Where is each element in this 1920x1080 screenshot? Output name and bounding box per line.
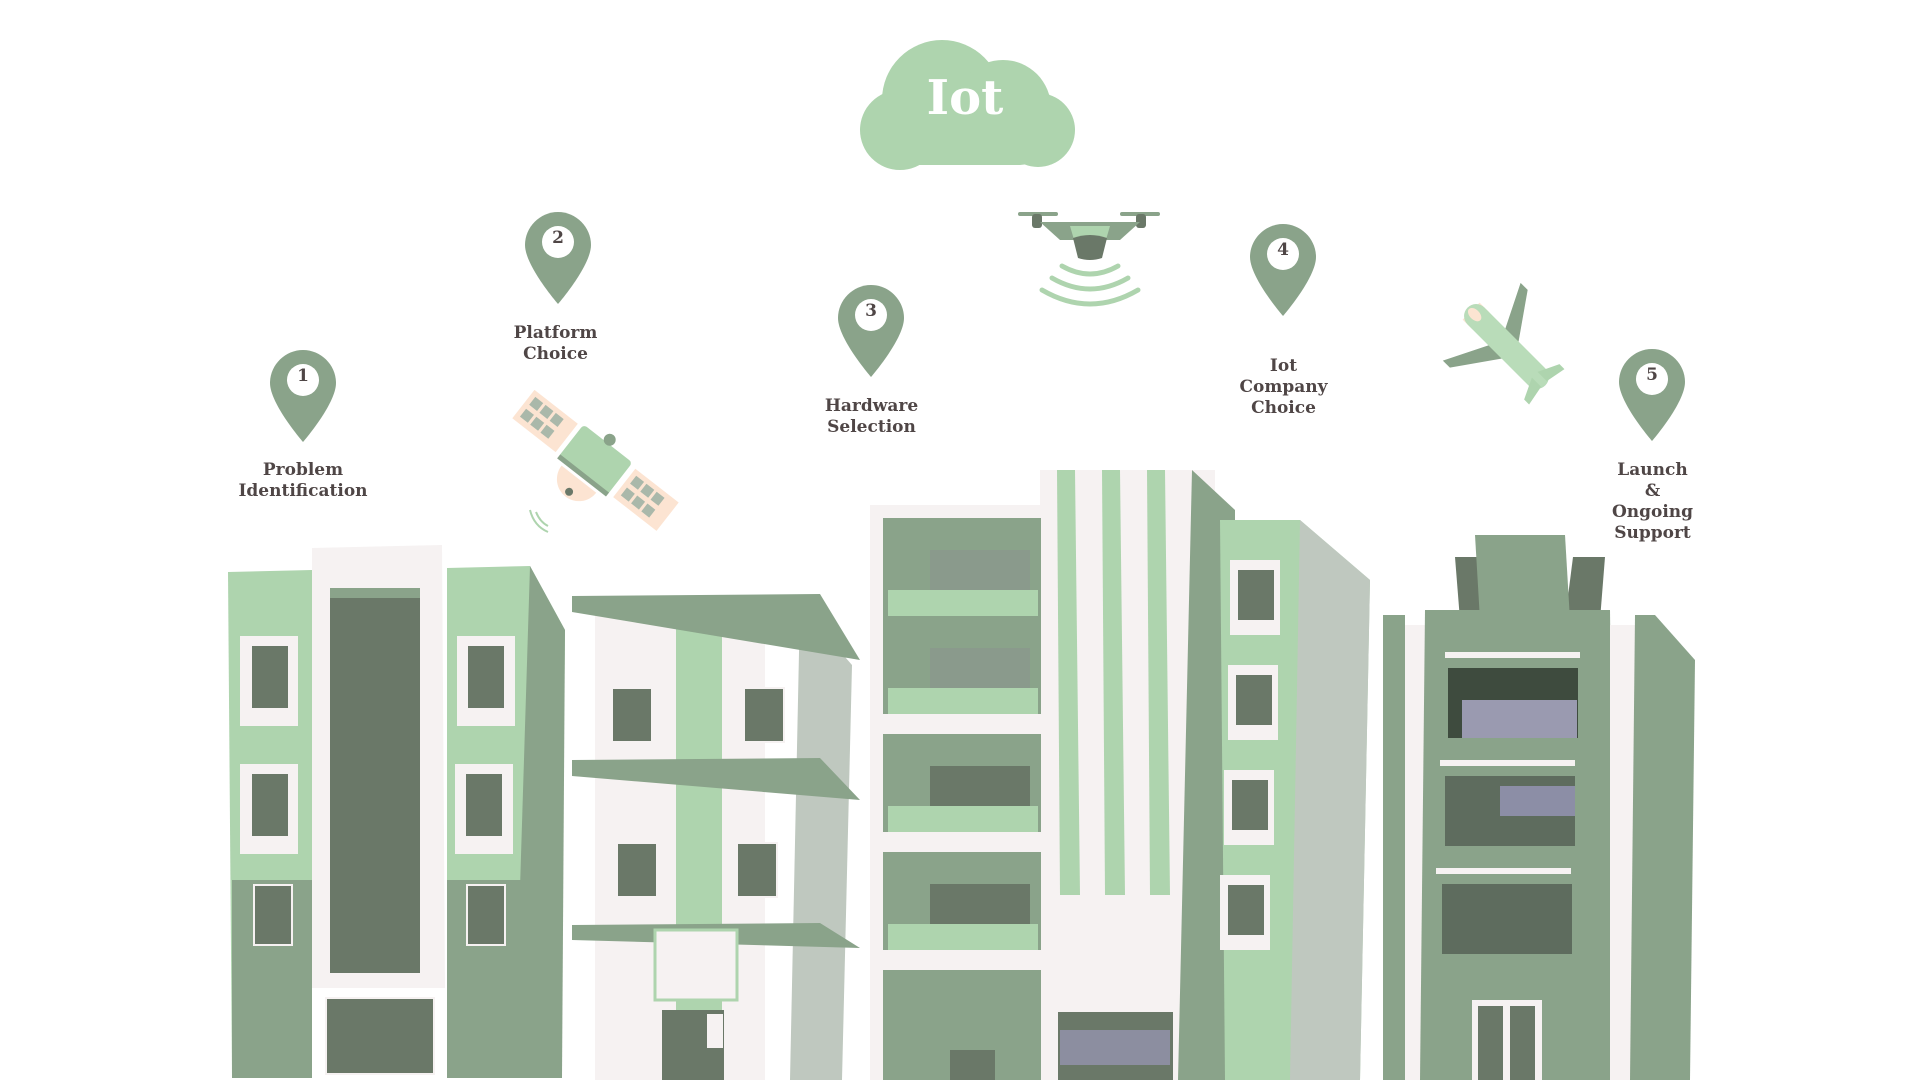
step-4-label: Iot Company Choice bbox=[1239, 356, 1328, 418]
step-5-label: Launch & Ongoing Support bbox=[1611, 460, 1694, 543]
step-3-pin-icon: 3 bbox=[836, 283, 906, 379]
drone-icon bbox=[1018, 212, 1160, 307]
step-4-pin-icon: 4 bbox=[1248, 222, 1318, 318]
satellite-icon bbox=[512, 389, 679, 531]
step-5-number: 5 bbox=[1646, 365, 1658, 385]
building-1 bbox=[228, 545, 565, 1078]
step-1-pin-icon: 1 bbox=[268, 348, 338, 444]
airplane-icon bbox=[1442, 282, 1565, 405]
step-3-label: Hardware Selection bbox=[824, 396, 919, 437]
step-2-number: 2 bbox=[552, 228, 564, 248]
building-3 bbox=[870, 470, 1370, 1080]
building-4 bbox=[1383, 535, 1695, 1080]
step-1-label: Problem Identification bbox=[238, 460, 368, 501]
building-2 bbox=[572, 594, 860, 1080]
step-2-label: Platform Choice bbox=[513, 323, 598, 364]
step-2-pin-icon: 2 bbox=[523, 210, 593, 306]
step-1-number: 1 bbox=[297, 366, 309, 386]
step-3-number: 3 bbox=[865, 301, 877, 321]
step-4-number: 4 bbox=[1277, 240, 1289, 260]
step-5-pin-icon: 5 bbox=[1617, 347, 1687, 443]
cloud-title: Iot bbox=[926, 70, 1004, 126]
